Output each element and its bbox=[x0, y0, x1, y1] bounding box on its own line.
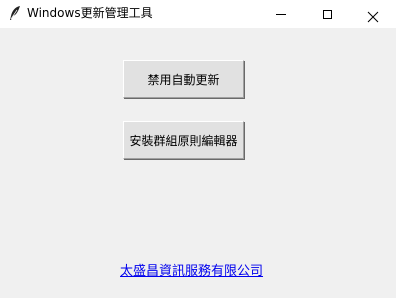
close-button[interactable] bbox=[350, 0, 396, 28]
feather-icon bbox=[8, 5, 22, 21]
company-link[interactable]: 太盛昌資訊服務有限公司 bbox=[120, 264, 263, 280]
maximize-icon bbox=[322, 9, 332, 19]
window-title: Windows更新管理工具 bbox=[27, 6, 153, 20]
disable-auto-update-button[interactable]: 禁用自動更新 bbox=[123, 60, 244, 98]
install-gpedit-button[interactable]: 安裝群組原則編輯器 bbox=[123, 121, 244, 159]
close-icon bbox=[367, 8, 379, 23]
minimize-icon bbox=[276, 13, 286, 15]
maximize-button[interactable] bbox=[304, 0, 350, 28]
minimize-button[interactable] bbox=[258, 0, 304, 28]
title-bar[interactable]: Windows更新管理工具 bbox=[0, 0, 396, 28]
app-window: Windows更新管理工具 禁用自動更新 安裝群組原則編輯器 太盛昌資訊服務有限… bbox=[0, 0, 396, 298]
